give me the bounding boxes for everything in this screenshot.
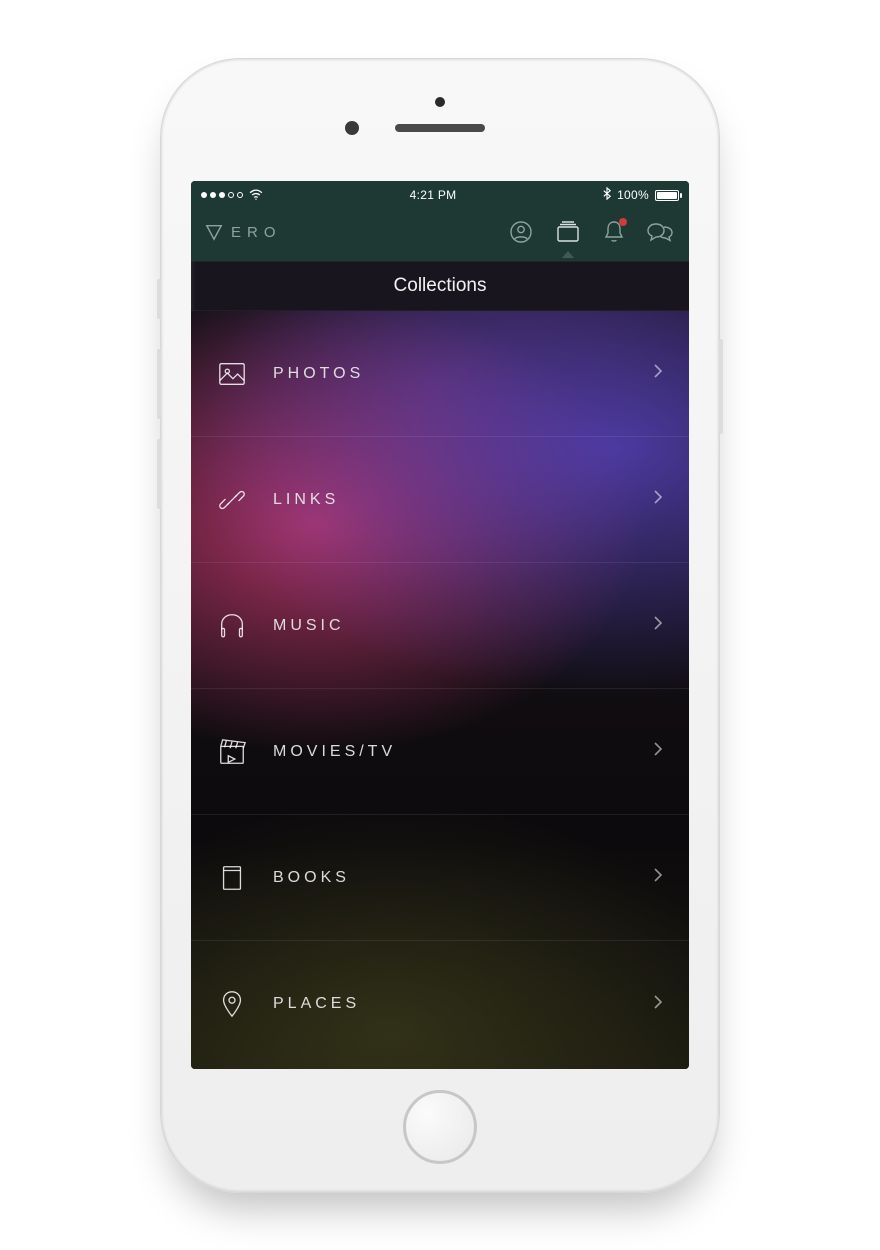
collection-item-music[interactable]: MUSIC [191,563,689,689]
phone-volume-down [157,439,161,509]
collection-item-label: MUSIC [273,617,653,635]
chat-icon [647,221,675,243]
brand-text: ERO [231,224,282,241]
nav-profile-button[interactable] [509,220,533,244]
status-time: 4:21 PM [410,188,457,202]
app-brand[interactable]: ERO [205,223,282,241]
movies-icon [217,737,247,767]
chevron-right-icon [653,994,663,1015]
status-right: 100% [603,187,679,203]
notification-dot [619,218,627,226]
collection-item-label: PLACES [273,995,653,1013]
chevron-right-icon [653,489,663,510]
page-title: Collections [394,275,487,297]
collection-item-places[interactable]: PLACES [191,941,689,1067]
phone-frame: 4:21 PM 100% ERO [160,58,720,1193]
collection-item-label: MOVIES/TV [273,743,653,761]
screen: 4:21 PM 100% ERO [191,181,689,1069]
nav-notifications-button[interactable] [603,220,625,244]
signal-strength-icon [201,192,243,198]
battery-icon [655,190,679,201]
bluetooth-icon [603,187,611,203]
links-icon [217,485,247,515]
status-left [201,189,263,202]
collection-item-label: BOOKS [273,869,653,887]
nav-icons [509,220,675,244]
nav-bar: ERO [191,209,689,261]
home-button[interactable] [403,1090,477,1164]
page-title-row: Collections [191,261,689,311]
books-icon [217,863,247,893]
collection-item-links[interactable]: LINKS [191,437,689,563]
collection-item-photos[interactable]: PHOTOS [191,311,689,437]
nav-chat-button[interactable] [647,221,675,243]
nav-collections-button[interactable] [555,220,581,244]
photos-icon [217,359,247,389]
wifi-icon [249,189,263,202]
status-bar: 4:21 PM 100% [191,181,689,209]
collection-item-movies[interactable]: MOVIES/TV [191,689,689,815]
collections-icon [555,220,581,244]
chevron-right-icon [653,741,663,762]
places-icon [217,989,247,1019]
phone-camera [345,121,359,135]
chevron-right-icon [653,615,663,636]
collections-list: PHOTOS LINKS [191,311,689,1067]
phone-volume-up [157,349,161,419]
collection-item-books[interactable]: BOOKS [191,815,689,941]
music-icon [217,611,247,641]
phone-power-button [719,339,723,434]
vero-logo-icon [205,223,223,241]
collection-item-label: PHOTOS [273,365,653,383]
phone-speaker [395,124,485,132]
chevron-right-icon [653,363,663,384]
profile-icon [509,220,533,244]
content-area: PHOTOS LINKS [191,311,689,1069]
battery-percentage: 100% [617,188,649,202]
collection-item-label: LINKS [273,491,653,509]
phone-mute-switch [157,279,161,319]
chevron-right-icon [653,867,663,888]
